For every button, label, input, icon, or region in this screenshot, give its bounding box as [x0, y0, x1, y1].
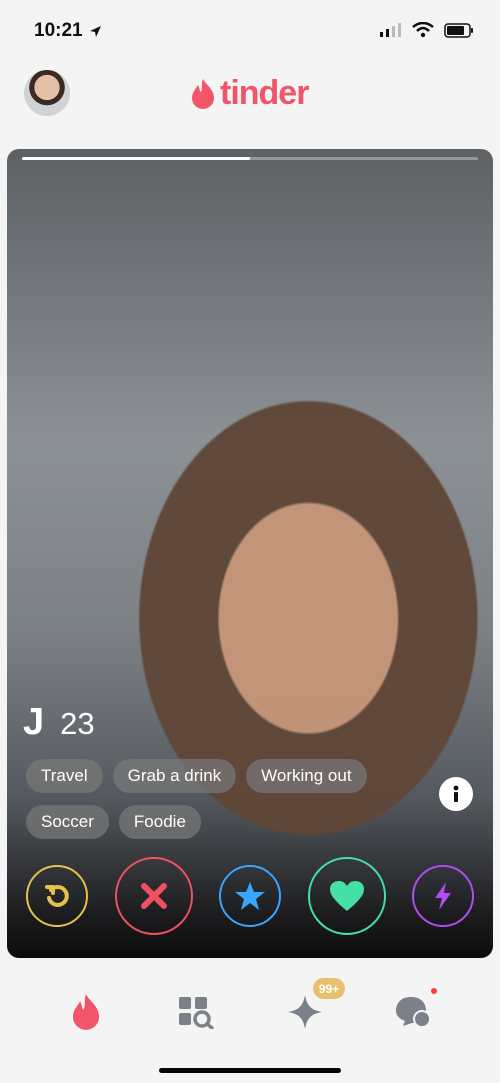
signal-icon [380, 23, 401, 37]
profile-name: J [23, 701, 45, 743]
location-arrow-icon [90, 26, 101, 37]
tinder-logo: tinder [190, 74, 309, 113]
boost-button[interactable] [412, 865, 474, 927]
nav-explore[interactable] [170, 986, 222, 1038]
nav-home[interactable] [60, 986, 112, 1038]
header: tinder [0, 60, 500, 140]
rewind-icon [45, 884, 69, 907]
battery-icon [444, 22, 473, 38]
status-bar: 10:21 [0, 0, 500, 60]
avatar[interactable] [24, 70, 70, 116]
interest-chip-foodie: Foodie [118, 805, 201, 839]
profile-card[interactable]: J 23 Travel Grab a drink Working out Soc… [7, 149, 493, 958]
messages-icon [396, 997, 431, 1028]
nope-button[interactable] [115, 857, 193, 935]
star-icon [235, 882, 265, 910]
like-button[interactable] [308, 857, 386, 935]
interest-chip-grab-a-drink: Grab a drink [112, 759, 237, 793]
super-like-button[interactable] [219, 865, 281, 927]
flame-icon [192, 78, 214, 109]
sparkle-icon [288, 995, 322, 1029]
messages-notification-dot [431, 988, 437, 994]
x-icon [141, 883, 167, 909]
status-icons [380, 22, 474, 38]
interest-chip-working-out: Working out [246, 759, 367, 793]
likes-badge: 99+ [313, 978, 345, 999]
info-icon [453, 785, 459, 802]
explore-grid-icon [179, 997, 214, 1029]
bottom-nav: 99+ [0, 963, 500, 1083]
interest-chip-soccer: Soccer [26, 805, 109, 839]
interest-chips: Travel Grab a drink Working out Soccer F… [26, 759, 416, 839]
nav-messages[interactable] [387, 986, 439, 1038]
rewind-button[interactable] [26, 865, 88, 927]
wifi-icon [412, 22, 434, 38]
home-indicator [159, 1068, 341, 1073]
profile-name-row: J 23 [23, 701, 95, 744]
action-bar [7, 857, 493, 945]
interest-chip-travel: Travel [26, 759, 103, 793]
flame-icon [72, 994, 100, 1030]
logo-text: tinder [220, 74, 309, 112]
heart-icon [330, 881, 364, 911]
bolt-icon [435, 882, 451, 910]
photo-progress-fill [22, 157, 250, 160]
profile-age: 23 [60, 706, 95, 741]
photo-progress-track [22, 157, 478, 160]
info-button[interactable] [439, 777, 473, 811]
status-time: 10:21 [34, 20, 83, 41]
